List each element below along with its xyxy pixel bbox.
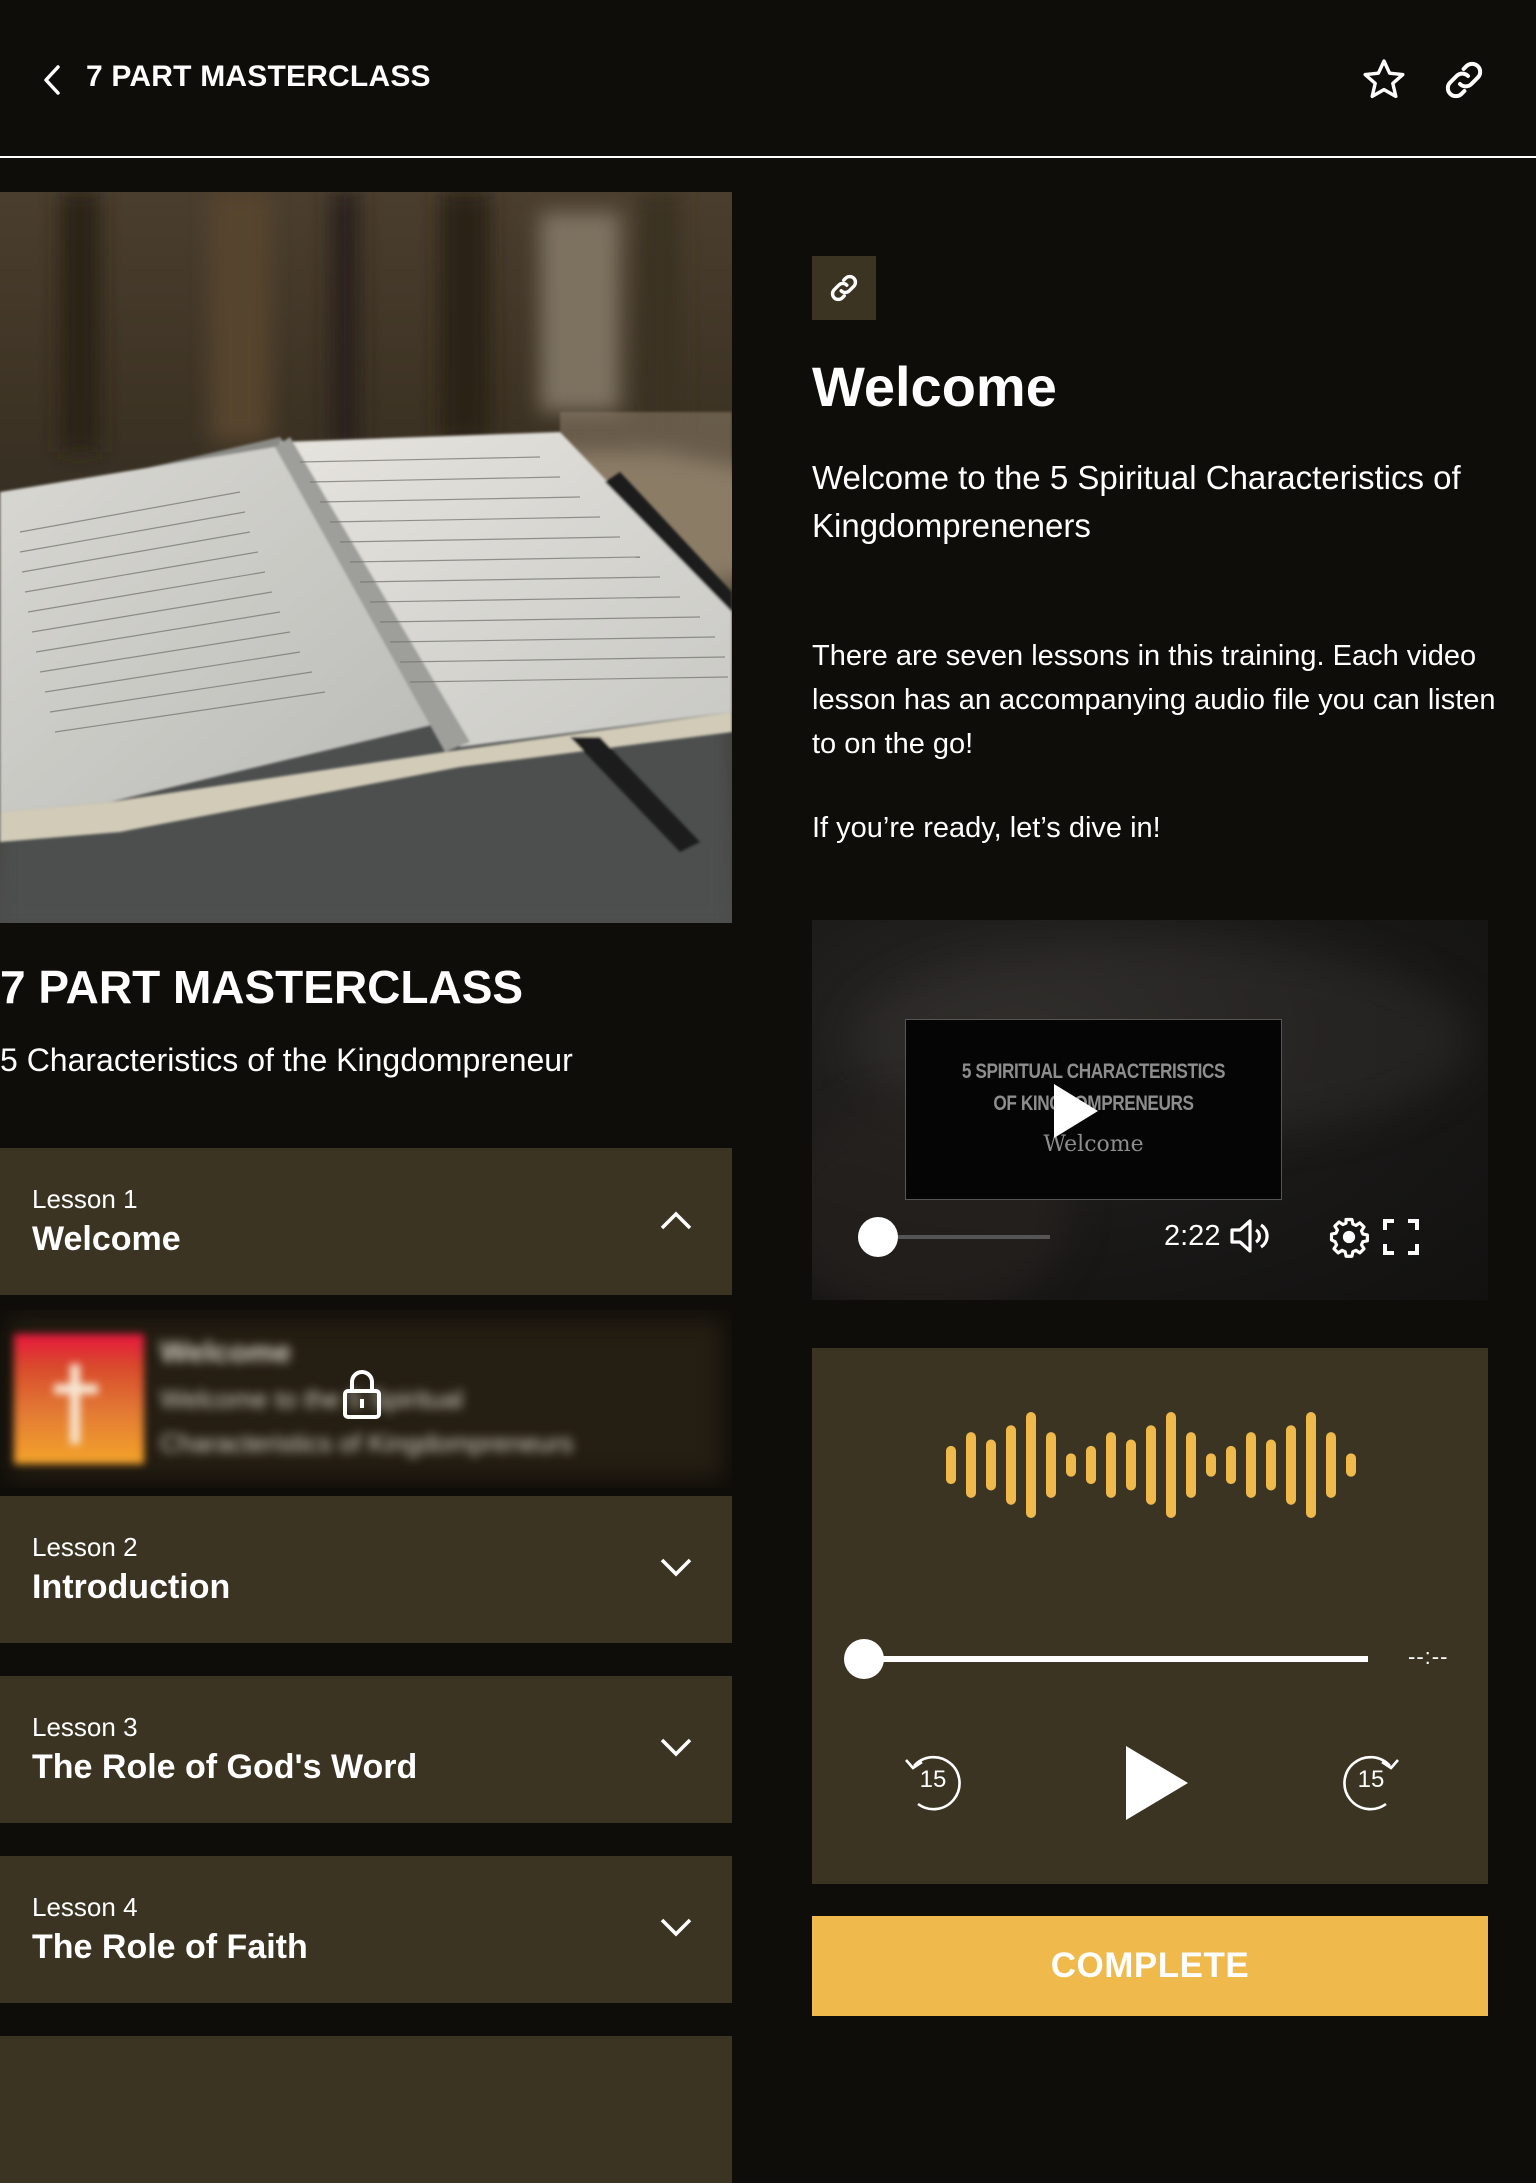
lesson-heading: Welcome bbox=[812, 355, 1057, 418]
chevron-down-icon bbox=[660, 1738, 692, 1757]
forward-seconds: 15 bbox=[1357, 1766, 1385, 1793]
waveform-bar bbox=[1066, 1453, 1076, 1477]
waveform-bar bbox=[1206, 1453, 1216, 1477]
lesson-name: Welcome bbox=[32, 1220, 181, 1258]
video-progress-handle[interactable] bbox=[858, 1217, 898, 1257]
fullscreen-icon[interactable] bbox=[1382, 1218, 1420, 1256]
top-bar: 7 PART MASTERCLASS bbox=[0, 0, 1536, 158]
waveform-bar bbox=[986, 1439, 996, 1491]
waveform-bar bbox=[1086, 1445, 1096, 1485]
locked-item-line1: Welcome to the 5 Spiritual bbox=[160, 1384, 463, 1414]
lock-icon bbox=[343, 1370, 381, 1419]
audio-time: --:-- bbox=[1408, 1644, 1449, 1669]
locked-item-line2: Characteristics of Kingdompreneurs bbox=[160, 1428, 574, 1458]
waveform-bar bbox=[1346, 1453, 1356, 1477]
rewind-15-button[interactable]: 15 bbox=[898, 1748, 968, 1814]
video-play-button[interactable] bbox=[1054, 1084, 1098, 1138]
star-outline-icon bbox=[1363, 59, 1405, 99]
lesson-name: Introduction bbox=[32, 1568, 231, 1606]
waveform-bar bbox=[1286, 1425, 1296, 1505]
chevron-up-icon bbox=[660, 1211, 692, 1230]
volume-icon[interactable] bbox=[1228, 1216, 1272, 1256]
lesson-name: The Role of God's Word bbox=[32, 1748, 418, 1786]
lesson-number: Lesson 2 bbox=[32, 1532, 138, 1562]
chevron-down-icon bbox=[660, 1918, 692, 1937]
lesson-number: Lesson 4 bbox=[32, 1892, 138, 1922]
lesson-lead-text: Welcome to the 5 Spiritual Characteristi… bbox=[812, 459, 1461, 544]
waveform-bar bbox=[1146, 1425, 1156, 1505]
share-link-button[interactable] bbox=[1440, 56, 1488, 104]
back-title[interactable]: 7 PART MASTERCLASS bbox=[86, 60, 431, 94]
audio-player: --:-- 15 15 bbox=[812, 1348, 1488, 1884]
lesson-5-header-partial[interactable] bbox=[0, 2036, 732, 2183]
waveform-bar bbox=[1166, 1412, 1176, 1518]
video-player[interactable]: 5 SPIRITUAL CHARACTERISTICS OF KINGDOMPR… bbox=[812, 920, 1488, 1300]
settings-gear-icon[interactable] bbox=[1328, 1216, 1370, 1258]
waveform-bar bbox=[946, 1445, 956, 1485]
waveform-bar bbox=[1246, 1432, 1256, 1498]
waveform-bar bbox=[1126, 1439, 1136, 1491]
favorite-button[interactable] bbox=[1360, 56, 1408, 104]
waveform-bar bbox=[1326, 1432, 1336, 1498]
forward-15-button[interactable]: 15 bbox=[1336, 1748, 1406, 1814]
lesson-name: The Role of Faith bbox=[32, 1928, 308, 1966]
course-title: 7 PART MASTERCLASS bbox=[0, 961, 524, 1013]
chevron-down-icon bbox=[660, 1558, 692, 1577]
lesson-thumbnail bbox=[14, 1334, 144, 1464]
waveform-bar bbox=[1026, 1412, 1036, 1518]
lesson-number: Lesson 3 bbox=[32, 1712, 138, 1742]
locked-item-title: Welcome bbox=[160, 1336, 292, 1369]
waveform-bar bbox=[1306, 1412, 1316, 1518]
link-icon bbox=[1445, 61, 1483, 99]
waveform-bar bbox=[1186, 1432, 1196, 1498]
back-button[interactable] bbox=[36, 62, 68, 98]
lesson-3-header[interactable]: Lesson 3 The Role of God's Word bbox=[0, 1676, 732, 1823]
waveform-bar bbox=[1046, 1432, 1056, 1498]
lesson-2-header[interactable]: Lesson 2 Introduction bbox=[0, 1496, 732, 1643]
rewind-seconds: 15 bbox=[919, 1766, 947, 1793]
audio-progress-handle[interactable] bbox=[844, 1639, 884, 1679]
chevron-left-icon bbox=[44, 65, 60, 95]
course-subtitle: 5 Characteristics of the Kingdompreneur bbox=[0, 1042, 573, 1078]
waveform-bar bbox=[1226, 1445, 1236, 1485]
link-icon bbox=[830, 274, 858, 302]
lesson-4-header[interactable]: Lesson 4 The Role of Faith bbox=[0, 1856, 732, 2003]
body-paragraph: There are seven lessons in this training… bbox=[812, 640, 1496, 760]
lesson-number: Lesson 1 bbox=[32, 1184, 138, 1214]
complete-button[interactable]: COMPLETE bbox=[812, 1916, 1488, 2016]
lesson-link-button[interactable] bbox=[812, 256, 876, 320]
audio-progress-bar[interactable] bbox=[864, 1656, 1368, 1662]
poster-title-line1: 5 SPIRITUAL CHARACTERISTICS bbox=[961, 1060, 1226, 1083]
lesson-1-header[interactable]: Lesson 1 Welcome bbox=[0, 1148, 732, 1295]
locked-lesson-item[interactable]: Welcome Welcome to the 5 Spiritual Chara… bbox=[0, 1310, 732, 1488]
lesson-body: There are seven lessons in this training… bbox=[812, 634, 1502, 850]
waveform-bar bbox=[1106, 1432, 1116, 1498]
waveform-bar bbox=[1006, 1425, 1016, 1505]
video-duration: 2:22 bbox=[1164, 1220, 1221, 1252]
body-paragraph: If you’re ready, let’s dive in! bbox=[812, 812, 1161, 844]
course-hero-image bbox=[0, 192, 732, 923]
audio-play-button[interactable] bbox=[1126, 1746, 1188, 1820]
waveform-bar bbox=[966, 1432, 976, 1498]
waveform-bar bbox=[1266, 1439, 1276, 1491]
audio-waveform bbox=[946, 1412, 1356, 1518]
